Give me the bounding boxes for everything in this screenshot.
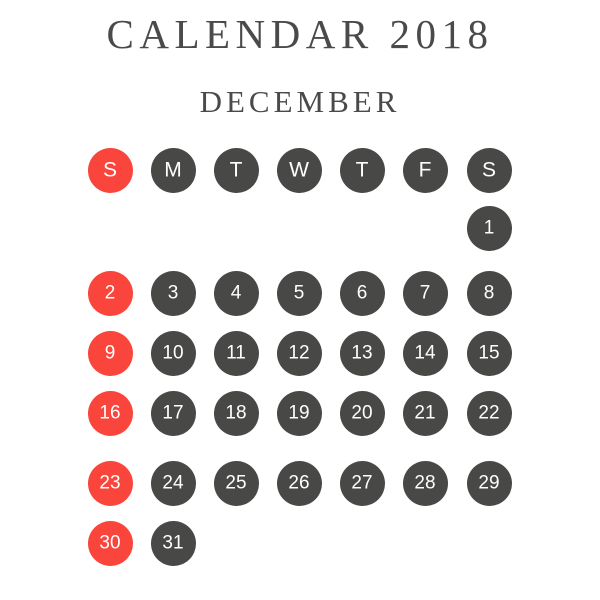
day-cell-14[interactable]: 14 — [402, 330, 448, 376]
day-number-label: 4 — [230, 282, 242, 303]
day-number-label: 7 — [419, 282, 431, 303]
day-cell-empty — [403, 206, 448, 251]
day-number-label: 26 — [288, 472, 310, 493]
day-cell-15[interactable]: 15 — [466, 330, 512, 376]
weekday-header-3[interactable]: W — [276, 147, 322, 193]
day-cell-empty — [277, 521, 322, 566]
weekday-header-6[interactable]: S — [466, 147, 512, 193]
day-number-label: 20 — [351, 402, 373, 423]
day-cell-16[interactable]: 16 — [87, 390, 133, 436]
day-number-label: 13 — [351, 342, 373, 363]
day-number-label: 14 — [414, 342, 436, 363]
day-cell-empty — [340, 521, 385, 566]
weekday-header-2[interactable]: T — [213, 147, 259, 193]
day-cell-18[interactable]: 18 — [213, 390, 259, 436]
day-cell-12[interactable]: 12 — [276, 330, 322, 376]
day-cell-23[interactable]: 23 — [87, 460, 133, 506]
weekday-header-label: T — [355, 158, 369, 181]
day-number-label: 11 — [226, 342, 246, 363]
day-cell-5[interactable]: 5 — [276, 270, 322, 316]
day-cell-27[interactable]: 27 — [339, 460, 385, 506]
weekday-header-label: W — [289, 158, 309, 181]
day-cell-28[interactable]: 28 — [402, 460, 448, 506]
weekday-header-label: S — [481, 158, 496, 181]
day-cell-1[interactable]: 1 — [466, 205, 512, 251]
weekday-header-5[interactable]: F — [402, 147, 448, 193]
day-number-label: 18 — [225, 402, 247, 423]
calendar-grid: S M T W T F S 1 2 3 4 5 6 7 8 9 10 11 12 13 14 15 16 17 18 19 20 21… — [0, 0, 600, 600]
day-cell-empty — [467, 521, 512, 566]
weekday-header-0[interactable]: S — [87, 147, 133, 193]
day-cell-25[interactable]: 25 — [213, 460, 259, 506]
day-number-label: 27 — [351, 472, 373, 493]
day-cell-empty — [214, 206, 259, 251]
day-cell-13[interactable]: 13 — [339, 330, 385, 376]
day-cell-30[interactable]: 30 — [87, 520, 133, 566]
day-cell-21[interactable]: 21 — [402, 390, 448, 436]
day-number-label: 16 — [99, 402, 121, 423]
day-cell-6[interactable]: 6 — [339, 270, 385, 316]
day-cell-2[interactable]: 2 — [87, 270, 133, 316]
weekday-header-1[interactable]: M — [150, 147, 196, 193]
day-cell-3[interactable]: 3 — [150, 270, 196, 316]
day-cell-10[interactable]: 10 — [150, 330, 196, 376]
day-number-label: 17 — [162, 402, 184, 423]
day-cell-4[interactable]: 4 — [213, 270, 259, 316]
day-number-label: 9 — [104, 342, 116, 363]
day-number-label: 22 — [478, 402, 500, 423]
day-cell-empty — [88, 206, 133, 251]
weekday-header-label: T — [229, 158, 243, 181]
day-number-label: 5 — [293, 282, 305, 303]
day-cell-20[interactable]: 20 — [339, 390, 385, 436]
day-number-label: 8 — [483, 282, 495, 303]
weekday-header-4[interactable]: T — [339, 147, 385, 193]
day-number-label: 10 — [162, 342, 184, 363]
day-number-label: 19 — [288, 402, 310, 423]
day-cell-11[interactable]: 11 — [213, 330, 259, 376]
day-cell-8[interactable]: 8 — [466, 270, 512, 316]
day-number-label: 1 — [483, 217, 495, 238]
day-cell-9[interactable]: 9 — [87, 330, 133, 376]
day-cell-31[interactable]: 31 — [150, 520, 196, 566]
day-cell-22[interactable]: 22 — [466, 390, 512, 436]
day-number-label: 21 — [414, 402, 436, 423]
weekday-header-label: F — [418, 158, 432, 181]
day-cell-7[interactable]: 7 — [402, 270, 448, 316]
calendar-page: CALENDAR 2018 DECEMBER SMTWTFS1234567891… — [0, 0, 600, 600]
day-number-label: 23 — [99, 472, 121, 493]
day-number-label: 12 — [288, 342, 310, 363]
day-number-label: 30 — [99, 532, 121, 553]
day-number-label: 6 — [356, 282, 368, 303]
day-number-label: 24 — [162, 472, 184, 493]
day-number-label: 15 — [478, 342, 500, 363]
day-cell-empty — [214, 521, 259, 566]
day-cell-24[interactable]: 24 — [150, 460, 196, 506]
day-number-label: 31 — [162, 532, 184, 553]
day-cell-empty — [277, 206, 322, 251]
day-cell-empty — [403, 521, 448, 566]
day-cell-26[interactable]: 26 — [276, 460, 322, 506]
day-number-label: 2 — [104, 282, 116, 303]
day-number-label: 3 — [167, 282, 179, 303]
day-number-label: 29 — [478, 472, 500, 493]
day-cell-empty — [340, 206, 385, 251]
day-number-label: 25 — [225, 472, 247, 493]
weekday-header-label: M — [164, 158, 182, 181]
day-cell-29[interactable]: 29 — [466, 460, 512, 506]
day-cell-empty — [151, 206, 196, 251]
day-number-label: 28 — [414, 472, 436, 493]
weekday-header-label: S — [102, 158, 117, 181]
day-cell-17[interactable]: 17 — [150, 390, 196, 436]
day-cell-19[interactable]: 19 — [276, 390, 322, 436]
